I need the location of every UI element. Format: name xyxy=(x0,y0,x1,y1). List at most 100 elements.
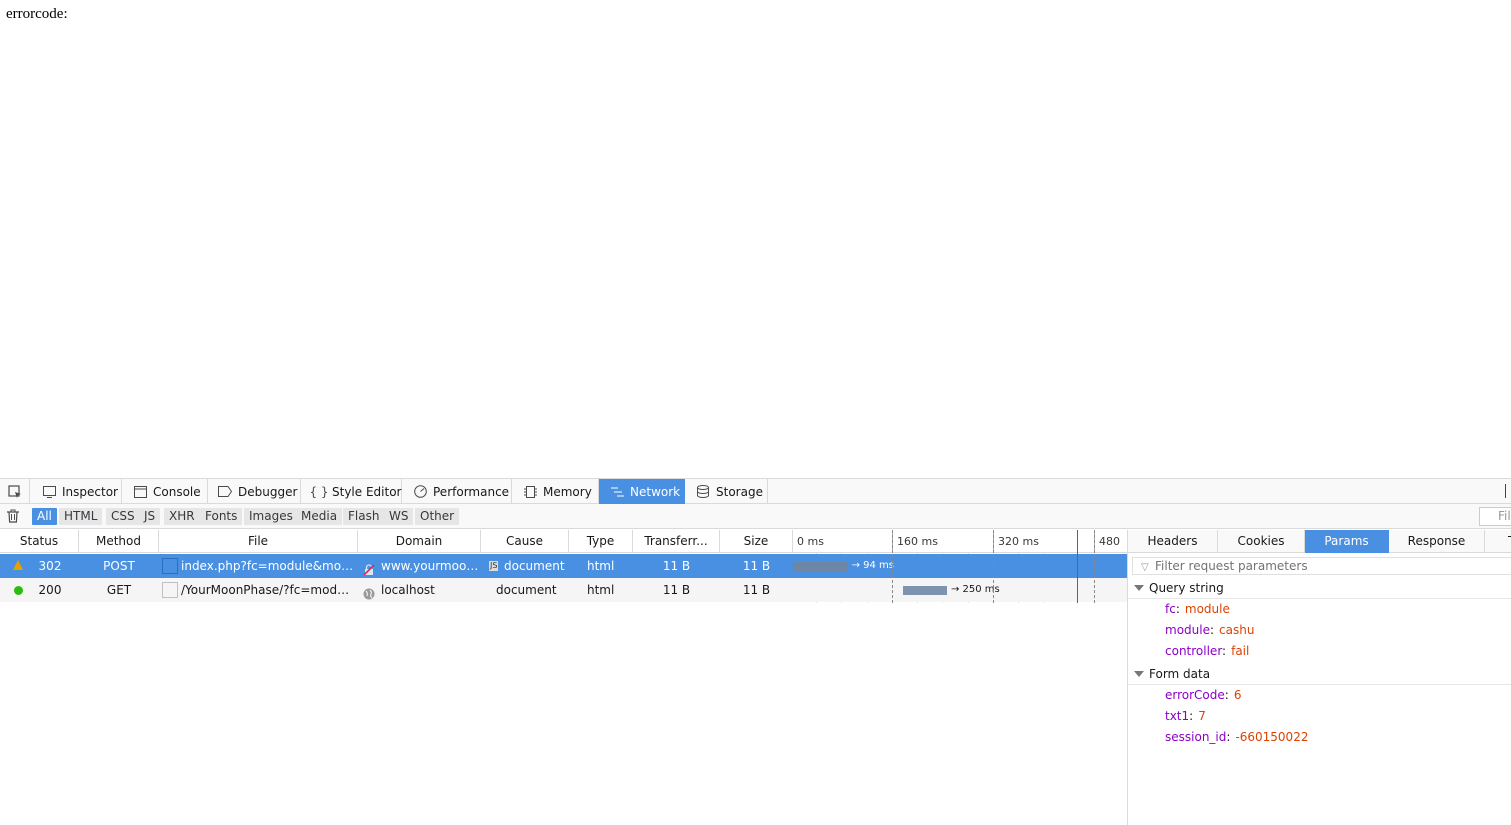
param-value: 7 xyxy=(1198,709,1206,723)
query-string-section[interactable]: Query string xyxy=(1128,577,1511,599)
form-data-title: Form data xyxy=(1149,667,1211,681)
column-type[interactable]: Type xyxy=(569,530,633,553)
cause-js-badge: JS xyxy=(489,561,499,571)
page-body-text: errorcode: xyxy=(6,6,68,22)
requests-table-header: Status Method File Domain Cause Type Tra… xyxy=(0,530,1127,571)
request-row[interactable]: 302 POST index.php?fc=module&modul... ww… xyxy=(0,554,1127,578)
request-status: 200 xyxy=(38,583,62,597)
filter-html-button[interactable]: HTML xyxy=(59,508,103,525)
element-picker-icon xyxy=(7,484,21,498)
file-thumbnail-icon xyxy=(162,558,178,574)
tab-memory[interactable]: Memory xyxy=(512,479,599,504)
form-data-section[interactable]: Form data xyxy=(1128,663,1511,685)
waterfall-bar xyxy=(902,586,947,595)
tab-storage-label: Storage xyxy=(716,484,763,499)
tab-performance[interactable]: Performance xyxy=(402,479,512,504)
filter-media-button[interactable]: Media xyxy=(296,508,343,525)
request-size: 11 B xyxy=(742,583,771,597)
filter-all-button[interactable]: All xyxy=(32,508,57,525)
filter-other-button[interactable]: Other xyxy=(415,508,460,525)
request-method: GET xyxy=(106,583,132,597)
param-key: controller xyxy=(1165,644,1223,658)
request-cause: document xyxy=(496,583,557,597)
toolbox-options-icon[interactable] xyxy=(1505,484,1511,498)
column-file[interactable]: File xyxy=(159,530,358,553)
param-value: fail xyxy=(1231,644,1250,658)
details-tab-headers[interactable]: Headers xyxy=(1128,530,1218,553)
details-tab-timings[interactable]: T xyxy=(1485,530,1511,553)
request-details-sidebar: Headers Cookies Params Response T ▽ Filt… xyxy=(1127,530,1511,825)
column-size[interactable]: Size xyxy=(720,530,793,553)
collapse-triangle-icon xyxy=(1134,671,1144,677)
tab-inspector-label: Inspector xyxy=(62,484,118,499)
tab-performance-label: Performance xyxy=(433,484,510,499)
waterfall-tick-320: 320 ms xyxy=(993,530,1039,553)
network-icon xyxy=(610,485,624,499)
param-value: module xyxy=(1184,602,1230,616)
column-domain[interactable]: Domain xyxy=(358,530,481,553)
param-key: fc xyxy=(1165,602,1176,616)
filter-css-button[interactable]: CSS xyxy=(106,508,140,525)
tab-network[interactable]: Network xyxy=(599,479,685,504)
waterfall-divider xyxy=(993,530,994,603)
details-tabbar: Headers Cookies Params Response T xyxy=(1128,530,1511,553)
waterfall-divider xyxy=(1094,530,1095,603)
filter-flash-button[interactable]: Flash xyxy=(343,508,385,525)
tab-style-editor[interactable]: { } Style Editor xyxy=(301,479,402,504)
param-key: session_id xyxy=(1165,730,1227,744)
status-ok-icon xyxy=(14,586,23,595)
param-key: errorCode xyxy=(1165,688,1225,702)
params-filter-placeholder: Filter request parameters xyxy=(1155,559,1308,573)
toolbox-tabbar: Inspector Console Debugger { } Style Edi… xyxy=(0,479,1511,504)
waterfall-tick-0: 0 ms xyxy=(797,535,824,548)
filter-ws-button[interactable]: WS xyxy=(384,508,414,525)
devtools-panel: Inspector Console Debugger { } Style Edi… xyxy=(0,478,1511,825)
insecure-lock-icon xyxy=(363,560,375,576)
param-key: txt1 xyxy=(1165,709,1190,723)
column-cause[interactable]: Cause xyxy=(481,530,569,553)
globe-icon xyxy=(363,584,375,600)
column-method[interactable]: Method xyxy=(79,530,159,553)
tab-debugger-label: Debugger xyxy=(238,484,298,499)
tab-debugger[interactable]: Debugger xyxy=(208,479,301,504)
filter-fonts-button[interactable]: Fonts xyxy=(200,508,243,525)
clear-requests-trash-icon[interactable] xyxy=(6,509,20,523)
query-param-row: module: cashu xyxy=(1165,623,1255,637)
details-tab-response[interactable]: Response xyxy=(1389,530,1485,553)
details-tab-cookies[interactable]: Cookies xyxy=(1218,530,1305,553)
element-picker-button[interactable] xyxy=(0,479,30,504)
request-transferred: 11 B xyxy=(662,583,691,597)
network-filter-bar: All HTML CSS JS XHR Fonts Images Media F… xyxy=(0,504,1511,529)
status-redirect-icon xyxy=(13,560,23,570)
request-size: 11 B xyxy=(742,559,771,573)
tab-inspector[interactable]: Inspector xyxy=(31,479,122,504)
request-transferred: 11 B xyxy=(662,559,691,573)
debugger-icon xyxy=(218,485,232,499)
storage-icon xyxy=(696,485,710,499)
url-filter-input[interactable]: Fil xyxy=(1479,507,1511,526)
performance-icon xyxy=(413,485,427,499)
filter-js-button[interactable]: JS xyxy=(139,508,161,525)
request-status: 302 xyxy=(38,559,62,573)
request-row[interactable]: 200 GET /YourMoonPhase/?fc=module... loc… xyxy=(0,578,1127,602)
tab-console[interactable]: Console xyxy=(122,479,208,504)
inspector-icon xyxy=(42,485,56,499)
waterfall-timing: → 94 ms xyxy=(851,560,894,571)
console-icon xyxy=(133,485,147,499)
request-type: html xyxy=(587,583,615,597)
request-domain: www.yourmoon... xyxy=(381,559,479,573)
params-filter-input[interactable]: ▽ Filter request parameters xyxy=(1132,557,1511,575)
tab-storage[interactable]: Storage xyxy=(685,479,768,504)
request-file: index.php?fc=module&modul... xyxy=(181,559,356,573)
column-status[interactable]: Status xyxy=(0,530,79,553)
request-cause: document xyxy=(504,559,565,573)
collapse-triangle-icon xyxy=(1134,585,1144,591)
column-transferred[interactable]: Transferr... xyxy=(633,530,720,553)
filter-xhr-button[interactable]: XHR xyxy=(164,508,200,525)
details-tab-params[interactable]: Params xyxy=(1305,530,1389,553)
memory-icon xyxy=(523,485,537,499)
load-event-marker xyxy=(1077,530,1078,603)
tab-network-label: Network xyxy=(630,484,681,499)
waterfall-divider xyxy=(892,530,893,603)
filter-images-button[interactable]: Images xyxy=(244,508,298,525)
